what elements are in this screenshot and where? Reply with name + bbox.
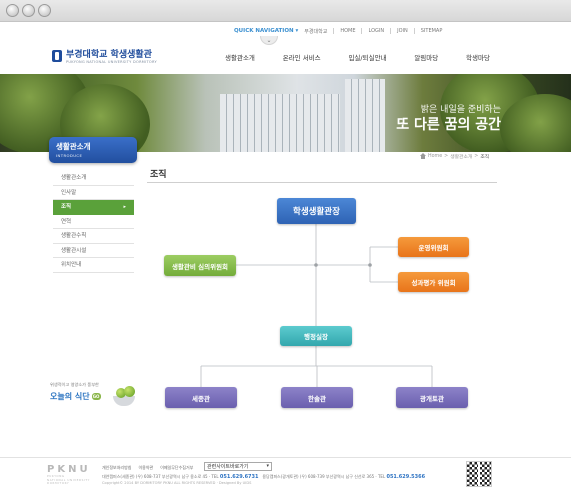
gnb-item-online-service[interactable]: 온라인 서비스	[283, 52, 321, 62]
connector-joint	[314, 263, 318, 267]
home-icon[interactable]	[420, 153, 426, 159]
banner-go-button[interactable]: GO	[91, 393, 101, 400]
sidebar-item-label: 생활관소개	[61, 175, 87, 181]
breadcrumb-separator: >	[444, 154, 449, 159]
util-divider	[390, 28, 392, 34]
sidebar-item-label: 위치안내	[61, 262, 82, 268]
page-title: 조직	[150, 170, 167, 180]
org-node-admin-chief: 행정실장	[280, 326, 352, 346]
footer-link-terms[interactable]: 이용약관	[138, 465, 153, 471]
footer-links: 개인정보처리방침 이용약관 이메일무단수집거부	[102, 465, 193, 471]
breadcrumb: Home > 생활관소개 > 조직	[420, 153, 489, 160]
footer-address: 대연캠퍼스(세종관) (우) 608-737 부산광역시 남구 용소로 45 ·…	[102, 474, 425, 480]
sidebar-title-kr: 생활관소개	[56, 142, 91, 151]
gnb-item-checkin[interactable]: 입실/퇴실안내	[348, 52, 386, 62]
phone-campus-2: 051.629.5366	[386, 474, 426, 480]
quick-nav-toggle[interactable]: ⌄	[260, 36, 278, 45]
sidebar-menu: 생활관소개 인사말 조직 ▸ 연혁 생활관수칙 생활관시설 위치안내	[53, 171, 134, 273]
util-link-login[interactable]: LOGIN	[368, 28, 384, 34]
address-campus-1-detail: (우) 608-737 부산광역시 남구 용소로 45 · TEL	[135, 474, 219, 479]
sidebar-item-facilities[interactable]: 생활관시설	[53, 244, 134, 258]
related-sites-select[interactable]: 관련사이트바로가기 ▾	[204, 462, 272, 471]
close-window-icon[interactable]	[6, 4, 19, 17]
org-node-cost-committee: 생활관비 심의위원회	[164, 255, 236, 276]
main-nav: 생활관소개 온라인 서비스 입실/퇴실안내 알림마당 학생마당	[225, 52, 490, 62]
address-campus-2-detail: (우) 608-739 부산광역시 남구 신선로 365 · TEL	[299, 474, 386, 479]
address-campus-1: 대연캠퍼스(세종관)	[102, 474, 135, 479]
org-node-dorm-hansol: 한솔관	[281, 387, 353, 408]
util-divider	[361, 28, 363, 34]
sidebar-item-rules[interactable]: 생활관수칙	[53, 229, 134, 244]
logo-subtitle: PUKYONG NATIONAL UNIVERSITY DORMITORY	[66, 60, 157, 64]
chevron-down-icon: ▾	[266, 463, 269, 469]
hero-slogan-big: 또 다른 꿈의 공간	[396, 117, 501, 133]
util-divider	[413, 28, 415, 34]
chevron-down-icon: ⌄	[266, 36, 272, 44]
footer-logo: PKNU PUKYONG NATIONAL UNIVERSITY DORMITO…	[47, 464, 97, 486]
university-emblem-icon	[52, 49, 62, 62]
gnb-item-introduce[interactable]: 생활관소개	[225, 52, 255, 62]
address-campus-2: 용당캠퍼스(광개토관)	[262, 474, 299, 479]
sidebar-title-en: INTRODUCE	[56, 153, 83, 158]
maximize-window-icon[interactable]	[38, 4, 51, 17]
minimize-window-icon[interactable]	[22, 4, 35, 17]
sidebar-item-label: 생활관수칙	[61, 233, 87, 239]
site-logo[interactable]: 부경대학교 학생생활관 PUKYONG NATIONAL UNIVERSITY …	[52, 47, 157, 64]
sidebar-item-label: 조직	[61, 204, 72, 210]
footer-logo-sub-3: DORMITORY	[47, 481, 70, 486]
sidebar-item-introduce[interactable]: 생활관소개	[53, 171, 134, 186]
sidebar-item-organization[interactable]: 조직 ▸	[53, 200, 134, 215]
sidebar-item-location[interactable]: 위치안내	[53, 258, 134, 273]
chevron-right-icon: ▸	[123, 204, 126, 210]
title-divider	[147, 182, 497, 183]
org-node-dorm-gwanggaeto: 광개토관	[396, 387, 468, 408]
sidebar-item-greeting[interactable]: 인사말	[53, 186, 134, 200]
utility-nav: QUICK NAVIGATION ▾ 부경대학교 HOME LOGIN JOIN…	[234, 26, 442, 36]
logo-title: 부경대학교 학생생활관	[66, 50, 152, 60]
util-divider	[333, 28, 335, 34]
todays-menu-banner[interactable]: 위생적이고 영양소가 풍부한 오늘의 식단 GO	[50, 382, 138, 414]
util-link-home[interactable]: HOME	[340, 28, 355, 34]
footer-link-email-policy[interactable]: 이메일무단수집거부	[160, 465, 193, 471]
browser-title-bar	[0, 0, 571, 22]
sidebar-item-label: 생활관시설	[61, 247, 87, 254]
connector-joint	[368, 263, 372, 267]
org-node-dorm-sejong: 세종관	[165, 387, 237, 408]
quick-navigation-link[interactable]: QUICK NAVIGATION ▾	[234, 28, 298, 34]
util-link-join[interactable]: JOIN	[397, 28, 408, 34]
sidebar-item-label: 연혁	[61, 218, 72, 225]
org-node-operation-committee: 운영위원회	[398, 237, 469, 257]
gnb-item-student[interactable]: 학생마당	[466, 52, 490, 62]
qr-code-icon	[466, 461, 492, 487]
related-sites-select-value: 관련사이트바로가기	[207, 464, 249, 470]
util-link-sitemap[interactable]: SITEMAP	[421, 28, 443, 34]
sidebar-item-label: 인사말	[61, 189, 77, 196]
sidebar-title: 생활관소개 INTRODUCE	[49, 137, 137, 163]
copyright: Copyright© 2014 BY DORMITORY PKNU ALL RI…	[102, 481, 252, 485]
breadcrumb-section[interactable]: 생활관소개	[450, 153, 472, 160]
gnb-item-notice[interactable]: 알림마당	[414, 52, 438, 62]
org-node-evaluation-committee: 성과평가 위원회	[398, 272, 469, 292]
breadcrumb-current: 조직	[480, 155, 490, 160]
banner-title-text: 오늘의 식단	[50, 392, 90, 401]
hero-building-image	[345, 79, 385, 152]
salad-bowl-icon	[113, 382, 138, 412]
util-link-pknu[interactable]: 부경대학교	[304, 28, 327, 35]
breadcrumb-home[interactable]: Home	[428, 154, 442, 159]
hero-building-image	[220, 94, 340, 152]
phone-campus-1: 051.629.6731	[219, 474, 259, 480]
footer-link-privacy[interactable]: 개인정보처리방침	[102, 465, 131, 471]
org-node-director: 학생생활관장	[277, 198, 356, 224]
sidebar-item-history[interactable]: 연혁	[53, 215, 134, 229]
footer-divider	[0, 457, 571, 458]
breadcrumb-separator: >	[474, 154, 479, 159]
